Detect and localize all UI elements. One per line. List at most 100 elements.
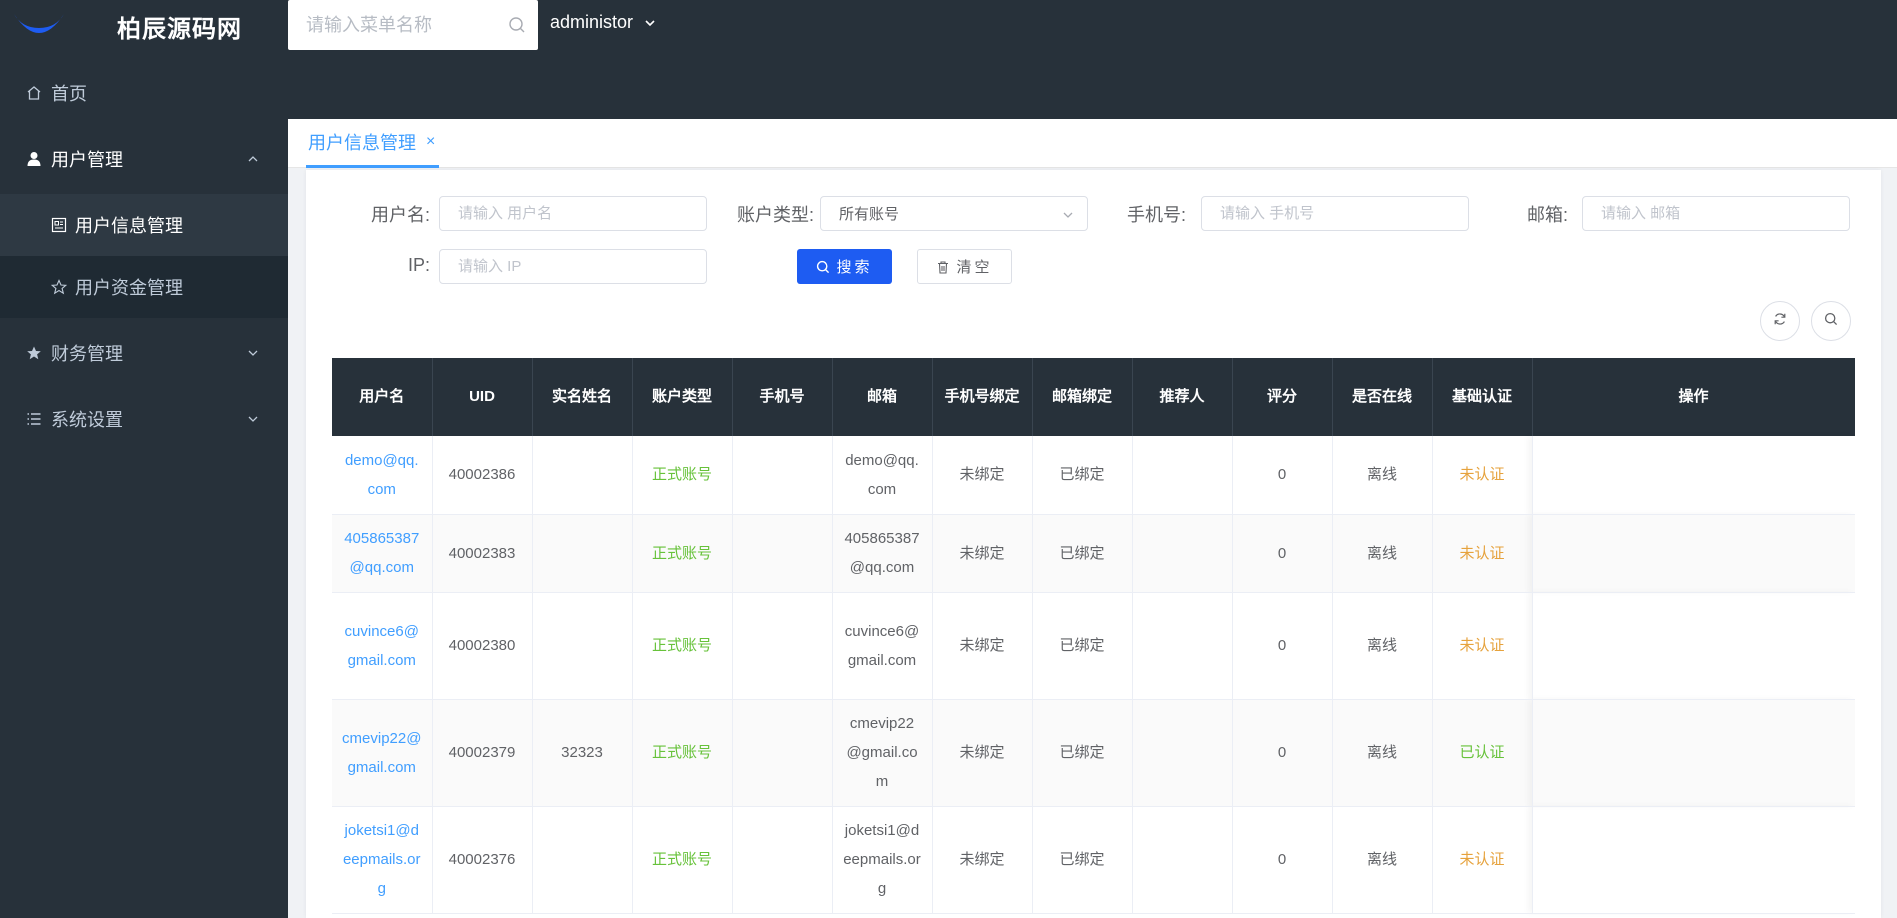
sidebar-item-system-settings[interactable]: 系统设置 [0, 388, 288, 450]
cell-online: 离线 [1332, 806, 1433, 914]
cell-online: 离线 [1332, 592, 1433, 700]
cell-username[interactable]: demo@qq.com [332, 436, 433, 515]
chevron-up-icon [246, 152, 260, 166]
cell-real-name [532, 592, 633, 700]
profile-card-icon [50, 216, 68, 234]
cell-uid: 40002386 [432, 436, 533, 515]
cell-referrer [1132, 436, 1233, 515]
cell-online: 离线 [1332, 436, 1433, 515]
cell-account-type: 正式账号 [632, 592, 733, 700]
cell-real-name [532, 514, 633, 593]
search-icon [1824, 312, 1838, 331]
cell-verification: 未认证 [1432, 592, 1533, 700]
table-row: 405865387@qq.com 40002383 正式账号 405865387… [332, 514, 1855, 593]
clear-button-label: 清空 [956, 259, 993, 276]
cell-phone [732, 806, 833, 914]
cell-uid: 40002380 [432, 592, 533, 700]
cell-verification: 未认证 [1432, 514, 1533, 593]
trash-icon [936, 260, 950, 274]
ip-input[interactable] [439, 249, 707, 284]
cell-actions [1531, 436, 1855, 515]
sidebar-item-label: 财务管理 [51, 344, 123, 364]
cell-email: 405865387@qq.com [832, 514, 933, 593]
phone-input[interactable] [1201, 196, 1469, 231]
clear-button[interactable]: 清空 [917, 249, 1012, 284]
cell-score: 0 [1232, 592, 1333, 700]
table-row: joketsi1@deepmails.org 40002376 正式账号 jok… [332, 806, 1855, 914]
cell-referrer [1132, 592, 1233, 700]
column-header: 账户类型 [632, 358, 733, 436]
sidebar-item-home[interactable]: 首页 [0, 62, 288, 124]
cell-verification: 未认证 [1432, 806, 1533, 914]
cell-account-type: 正式账号 [632, 514, 733, 593]
star-filled-icon [25, 344, 43, 362]
user-dropdown[interactable]: administor [550, 12, 657, 33]
cell-username[interactable]: joketsi1@deepmails.org [332, 806, 433, 914]
account-type-select[interactable]: 所有账号 [820, 196, 1088, 231]
user-table: 用户名 UID 实名姓名 账户类型 手机号 邮箱 手机号绑定 邮箱绑定 推荐人 … [332, 358, 1855, 918]
tab-label: 用户信息管理 [308, 133, 416, 153]
cell-phone [732, 699, 833, 807]
column-header: 评分 [1232, 358, 1333, 436]
cell-real-name [532, 436, 633, 515]
cell-phone-bound: 未绑定 [932, 806, 1033, 914]
search-icon [816, 260, 830, 274]
tab-user-info[interactable]: 用户信息管理 × [306, 119, 440, 168]
sidebar-item-user-management[interactable]: 用户管理 [0, 124, 288, 194]
search-button-label: 搜索 [836, 259, 873, 276]
column-header: 实名姓名 [532, 358, 633, 436]
cell-account-type: 正式账号 [632, 806, 733, 914]
cell-real-name [532, 806, 633, 914]
cell-score: 0 [1232, 514, 1333, 593]
cell-account-type: 正式账号 [632, 699, 733, 807]
column-header: 邮箱绑定 [1032, 358, 1133, 436]
list-icon [25, 410, 43, 428]
menu-search [288, 0, 538, 50]
table-row: demo@qq.com 40002386 正式账号 demo@qq.com 未绑… [332, 436, 1855, 515]
username-input[interactable] [439, 196, 707, 231]
cell-actions [1531, 592, 1855, 700]
refresh-button[interactable] [1760, 301, 1800, 341]
cell-phone-bound: 未绑定 [932, 514, 1033, 593]
search-button[interactable]: 搜索 [797, 249, 892, 284]
cell-actions [1531, 699, 1855, 807]
home-icon [25, 84, 43, 102]
sidebar-item-label: 首页 [51, 84, 87, 104]
cell-phone [732, 592, 833, 700]
cell-username[interactable]: cmevip22@gmail.com [332, 699, 433, 807]
cell-email-bound: 已绑定 [1032, 514, 1133, 593]
email-input[interactable] [1582, 196, 1850, 231]
star-outline-icon [50, 278, 68, 296]
phone-label: 手机号: [1126, 205, 1186, 225]
top-header: administor [288, 0, 1897, 119]
cell-username[interactable]: 405865387@qq.com [332, 514, 433, 593]
sidebar-item-user-info[interactable]: 用户信息管理 [0, 194, 288, 256]
table-header-row: 用户名 UID 实名姓名 账户类型 手机号 邮箱 手机号绑定 邮箱绑定 推荐人 … [332, 358, 1855, 436]
sidebar-item-label: 用户信息管理 [75, 216, 183, 236]
cell-real-name: 32323 [532, 699, 633, 807]
cell-email-bound: 已绑定 [1032, 806, 1133, 914]
cell-phone [732, 514, 833, 593]
cell-referrer [1132, 699, 1233, 807]
sidebar-item-label: 用户管理 [51, 150, 123, 170]
cell-phone-bound: 未绑定 [932, 436, 1033, 515]
menu-search-input[interactable] [288, 0, 488, 50]
chevron-down-icon [1061, 208, 1075, 222]
user-management-submenu: 用户信息管理 用户资金管理 [0, 194, 288, 318]
cell-username[interactable]: cuvince6@gmail.com [332, 592, 433, 700]
cell-email-bound: 已绑定 [1032, 436, 1133, 515]
column-header: 操作 [1532, 358, 1855, 436]
cell-uid: 40002383 [432, 514, 533, 593]
column-header: 手机号绑定 [932, 358, 1033, 436]
column-header: 邮箱 [832, 358, 933, 436]
search-icon[interactable] [508, 16, 526, 34]
username: administor [550, 12, 634, 32]
sidebar-item-user-funds[interactable]: 用户资金管理 [0, 256, 288, 318]
cell-score: 0 [1232, 806, 1333, 914]
cell-actions [1531, 514, 1855, 593]
chevron-down-icon [643, 16, 657, 30]
close-icon[interactable]: × [426, 133, 435, 151]
toggle-search-button[interactable] [1811, 301, 1851, 341]
cell-email-bound: 已绑定 [1032, 592, 1133, 700]
sidebar-item-finance[interactable]: 财务管理 [0, 318, 288, 388]
